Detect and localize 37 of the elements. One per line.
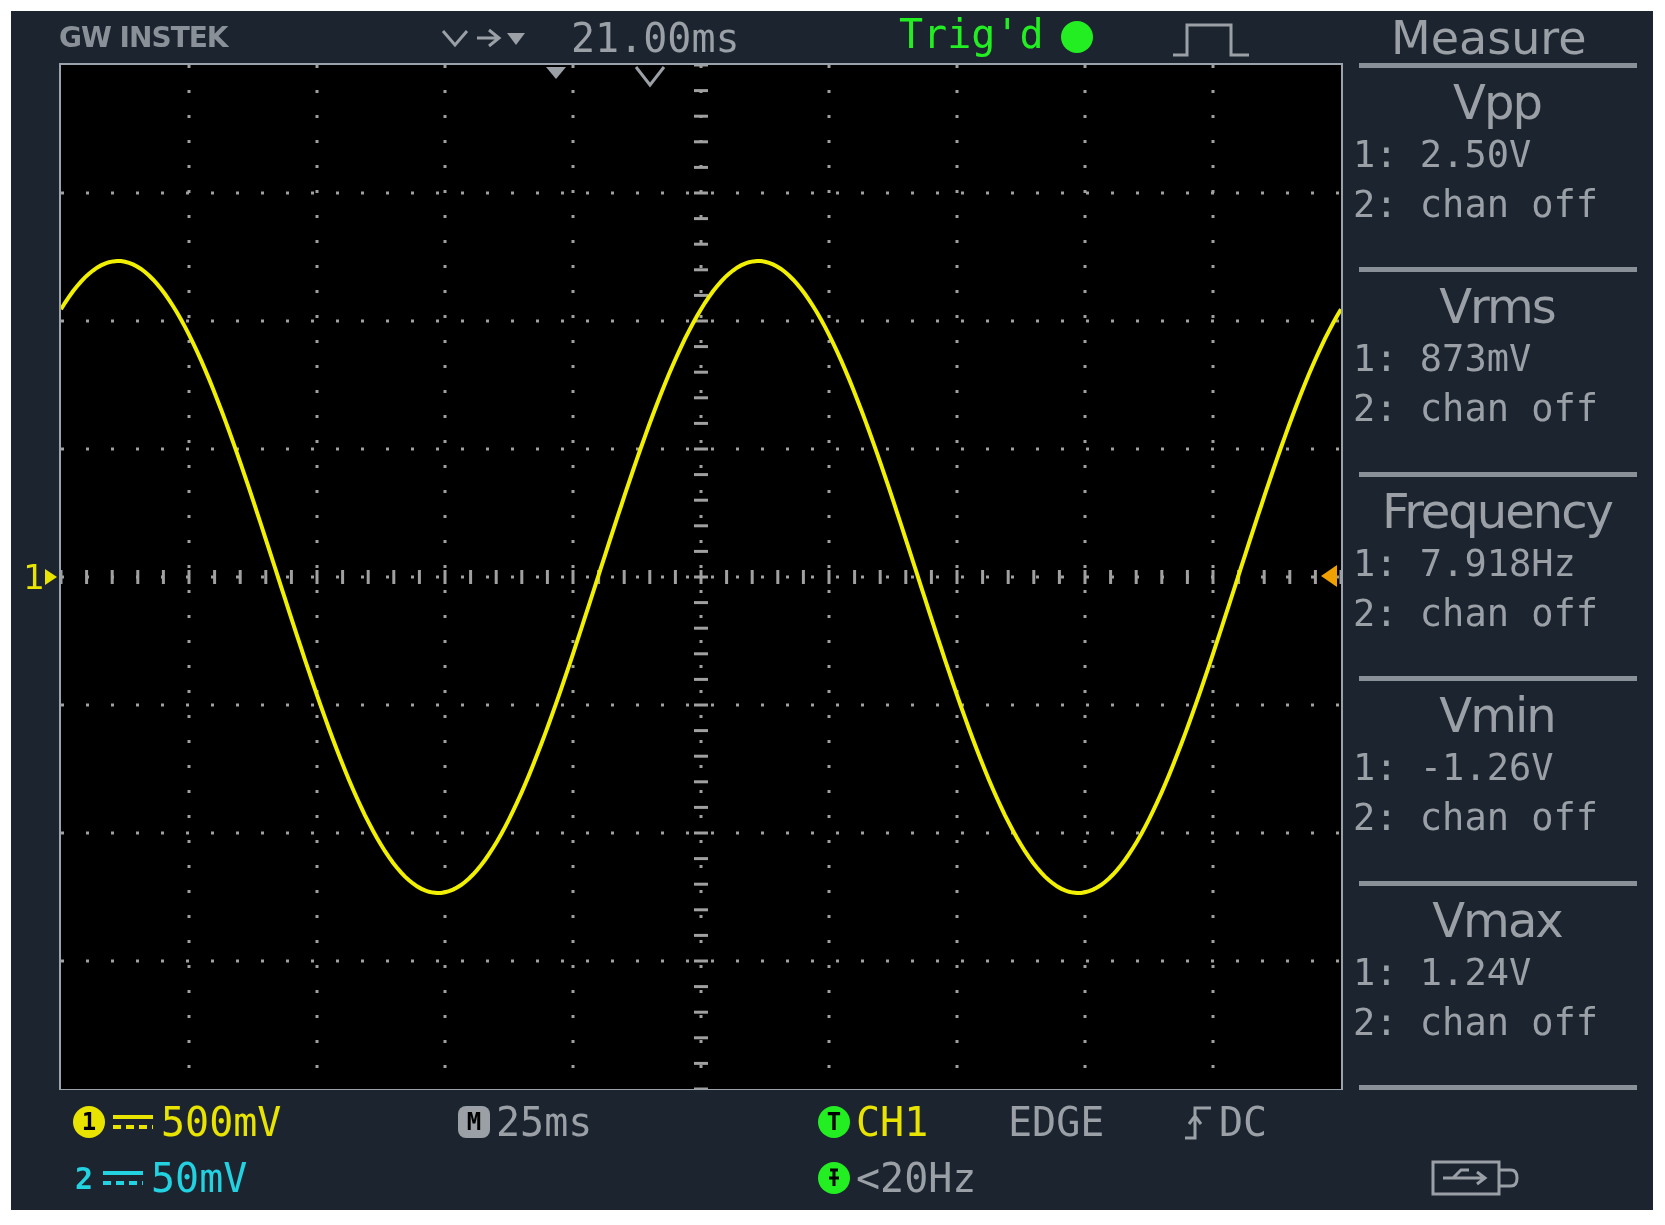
measurement-value: 1: 7.918Hz <box>1353 540 1577 587</box>
measurement-value: 2: chan off <box>1353 795 1600 842</box>
filter-value: <20Hz <box>856 1155 977 1201</box>
trigger-badge: T <box>818 1106 850 1138</box>
rising-edge-icon <box>1183 1104 1213 1140</box>
measurement-value: 2: chan off <box>1353 590 1600 637</box>
filter-badge-icon <box>818 1162 850 1194</box>
trigger-type: EDGE <box>1008 1099 1105 1145</box>
channel-marker: 1 <box>23 556 45 597</box>
measurement-value: 1: 873mV <box>1353 336 1533 383</box>
measurement-value: 2: chan off <box>1353 999 1600 1046</box>
timebase-value: 25ms <box>496 1099 593 1145</box>
channel-scale: 50mV <box>151 1155 248 1201</box>
measurement-value: 1: 2.50V <box>1353 132 1533 178</box>
trigger-level-marker-icon <box>1321 565 1337 587</box>
status-dot-icon <box>1061 21 1093 53</box>
channel-scale: 500mV <box>161 1099 282 1145</box>
measurement-value: 1: -1.26V <box>1353 745 1555 792</box>
ground-marker-icon <box>45 568 57 585</box>
brand-logo: GW INSTEK <box>59 21 228 54</box>
trigger-source: CH1 <box>856 1099 929 1145</box>
measurement-name: Vrms <box>1438 278 1556 335</box>
measurement-name: Vmin <box>1438 687 1556 744</box>
channel-badge: 1 <box>73 1106 105 1138</box>
trigger-coupling: DC <box>1219 1099 1268 1145</box>
timebase-badge: M <box>458 1106 490 1138</box>
measurement-name: Vmax <box>1431 891 1563 948</box>
channel-number: 2 <box>73 1163 95 1193</box>
measurement-name: Frequency <box>1381 482 1614 539</box>
measurement-value: 1: 1.24V <box>1353 949 1533 996</box>
trigger-position: 21.00ms <box>571 15 740 61</box>
trigger-status: Trig'd <box>899 11 1044 57</box>
usb-icon <box>1431 1158 1521 1198</box>
measurement-value: 2: chan off <box>1353 182 1600 228</box>
measurement-value: 2: chan off <box>1353 386 1600 433</box>
menu-title: Measure <box>1391 11 1587 65</box>
measurement-name: Vpp <box>1452 74 1542 130</box>
